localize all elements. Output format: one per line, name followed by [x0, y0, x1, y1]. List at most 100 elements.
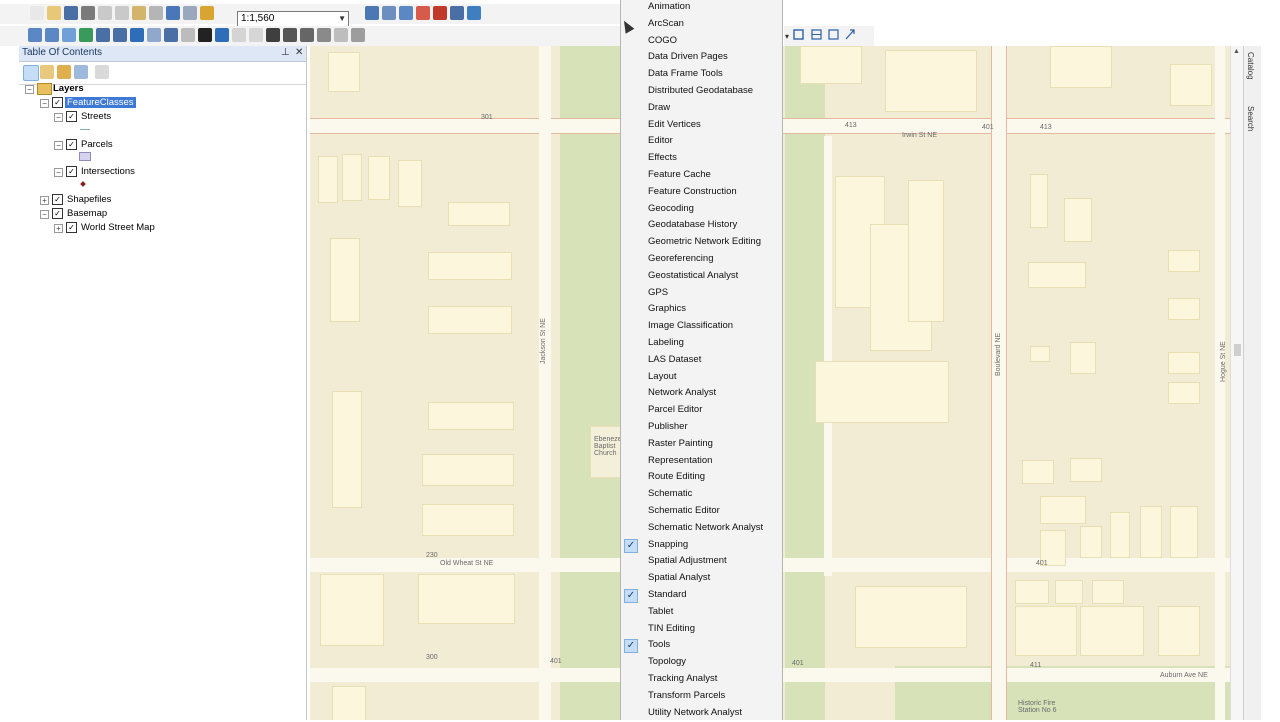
close-icon[interactable]: ✕	[295, 47, 303, 58]
editor-toolbar-icon[interactable]	[365, 6, 379, 20]
python-icon[interactable]	[450, 6, 464, 20]
zoom-out-icon[interactable]	[45, 28, 59, 42]
list-by-selection-icon[interactable]	[74, 65, 88, 79]
fixed-zoom-in-icon[interactable]	[96, 28, 110, 42]
menu-item-geometric-network-editing[interactable]: Geometric Network Editing	[621, 235, 782, 252]
menu-item-tracking-analyst[interactable]: Tracking Analyst	[621, 672, 782, 689]
menu-item-topology[interactable]: Topology	[621, 655, 782, 672]
clear-selection-icon[interactable]	[181, 28, 195, 42]
layer-checkbox[interactable]: ✓	[52, 208, 63, 219]
collapse-icon[interactable]: −	[54, 113, 63, 122]
menu-item-editor[interactable]: Editor	[621, 134, 782, 151]
list-by-source-icon[interactable]	[40, 65, 54, 79]
catalog-window-icon[interactable]	[399, 6, 413, 20]
menu-item-standard[interactable]: ✓ Standard	[621, 588, 782, 605]
print-icon[interactable]	[81, 6, 95, 20]
scroll-up-icon[interactable]: ▲	[1233, 48, 1240, 55]
map-scale-combobox[interactable]: 1:1,560 ▼	[237, 11, 349, 27]
paste-icon[interactable]	[132, 6, 146, 20]
toc-item-basemap[interactable]: Basemap	[67, 208, 107, 219]
collapse-icon[interactable]: −	[54, 141, 63, 150]
menu-item-transform-parcels[interactable]: Transform Parcels	[621, 689, 782, 706]
menu-item-spatial-analyst[interactable]: Spatial Analyst	[621, 571, 782, 588]
go-to-xy-icon[interactable]	[317, 28, 331, 42]
menu-item-cogo[interactable]: COGO	[621, 34, 782, 51]
menu-item-network-analyst[interactable]: Network Analyst	[621, 386, 782, 403]
select-features-icon[interactable]	[164, 28, 178, 42]
redo-icon[interactable]	[183, 6, 197, 20]
menu-item-feature-construction[interactable]: Feature Construction	[621, 185, 782, 202]
menu-item-schematic-editor[interactable]: Schematic Editor	[621, 504, 782, 521]
menu-item-data-driven-pages[interactable]: Data Driven Pages	[621, 50, 782, 67]
collapse-icon[interactable]: −	[40, 210, 49, 219]
menu-item-animation[interactable]: Animation	[621, 0, 782, 17]
layers-root-label[interactable]: Layers	[53, 83, 84, 94]
save-icon[interactable]	[64, 6, 78, 20]
tab-search[interactable]: Search	[1246, 106, 1255, 131]
expand-icon[interactable]: +	[54, 224, 63, 233]
menu-item-data-frame-tools[interactable]: Data Frame Tools	[621, 67, 782, 84]
layer-checkbox[interactable]: ✓	[66, 166, 77, 177]
menu-item-geodatabase-history[interactable]: Geodatabase History	[621, 218, 782, 235]
menu-item-effects[interactable]: Effects	[621, 151, 782, 168]
map-vertical-scrollbar[interactable]: ▲	[1230, 46, 1244, 720]
toc-item-shapefiles[interactable]: Shapefiles	[67, 194, 111, 205]
toc-item-featureclasses[interactable]: FeatureClasses	[64, 96, 137, 109]
add-data-icon[interactable]	[200, 6, 214, 20]
menu-item-georeferencing[interactable]: Georeferencing	[621, 252, 782, 269]
menu-item-edit-vertices[interactable]: Edit Vertices	[621, 118, 782, 135]
options-icon[interactable]	[95, 65, 109, 79]
tab-catalog[interactable]: Catalog	[1246, 52, 1255, 80]
chevron-down-icon[interactable]: ▼	[338, 12, 346, 26]
menu-item-distributed-geodatabase[interactable]: Distributed Geodatabase	[621, 84, 782, 101]
pin-icon[interactable]: ⊥	[281, 47, 290, 58]
menu-item-graphics[interactable]: Graphics	[621, 302, 782, 319]
toc-item-parcels[interactable]: Parcels	[81, 139, 113, 150]
collapse-icon[interactable]: −	[25, 85, 34, 94]
menu-item-gps[interactable]: GPS	[621, 286, 782, 303]
collapse-icon[interactable]: −	[40, 99, 49, 108]
delete-icon[interactable]	[149, 6, 163, 20]
menu-item-geocoding[interactable]: Geocoding	[621, 202, 782, 219]
find-icon[interactable]	[283, 28, 297, 42]
model-builder-icon[interactable]	[467, 6, 481, 20]
scroll-thumb[interactable]	[1234, 344, 1241, 356]
viewer-window-icon[interactable]	[351, 28, 365, 42]
time-slider-icon[interactable]	[334, 28, 348, 42]
menu-item-layout[interactable]: Layout	[621, 370, 782, 387]
menu-item-tools[interactable]: ✓ Tools	[621, 638, 782, 655]
layer-checkbox[interactable]: ✓	[66, 222, 77, 233]
menu-item-tin-editing[interactable]: TIN Editing	[621, 622, 782, 639]
menu-item-spatial-adjustment[interactable]: Spatial Adjustment	[621, 554, 782, 571]
collapse-icon[interactable]: −	[54, 168, 63, 177]
toc-item-world-street-map[interactable]: World Street Map	[81, 222, 155, 233]
menu-item-publisher[interactable]: Publisher	[621, 420, 782, 437]
menu-item-raster-painting[interactable]: Raster Painting	[621, 437, 782, 454]
find-route-icon[interactable]	[300, 28, 314, 42]
menu-item-route-editing[interactable]: Route Editing	[621, 470, 782, 487]
arctoolbox-icon[interactable]	[433, 6, 447, 20]
expand-icon[interactable]: +	[40, 196, 49, 205]
open-icon[interactable]	[47, 6, 61, 20]
copy-icon[interactable]	[115, 6, 129, 20]
html-popup-icon[interactable]	[249, 28, 263, 42]
menu-item-feature-cache[interactable]: Feature Cache	[621, 168, 782, 185]
measure-icon[interactable]	[266, 28, 280, 42]
menu-item-geostatistical-analyst[interactable]: Geostatistical Analyst	[621, 269, 782, 286]
menu-item-snapping[interactable]: ✓ Snapping	[621, 538, 782, 555]
new-icon[interactable]	[30, 6, 44, 20]
layer-checkbox[interactable]: ✓	[66, 139, 77, 150]
menu-item-tablet[interactable]: Tablet	[621, 605, 782, 622]
list-by-visibility-icon[interactable]	[57, 65, 71, 79]
menu-item-parcel-editor[interactable]: Parcel Editor	[621, 403, 782, 420]
menu-item-representation[interactable]: Representation	[621, 454, 782, 471]
menu-item-schematic[interactable]: Schematic	[621, 487, 782, 504]
menu-item-draw[interactable]: Draw	[621, 101, 782, 118]
hyperlink-icon[interactable]	[232, 28, 246, 42]
list-by-drawing-order-icon[interactable]	[23, 65, 39, 81]
toc-window-icon[interactable]	[382, 6, 396, 20]
menu-item-las-dataset[interactable]: LAS Dataset	[621, 353, 782, 370]
layer-checkbox[interactable]: ✓	[52, 97, 63, 108]
full-extent-icon[interactable]	[79, 28, 93, 42]
toc-item-intersections[interactable]: Intersections	[81, 166, 135, 177]
